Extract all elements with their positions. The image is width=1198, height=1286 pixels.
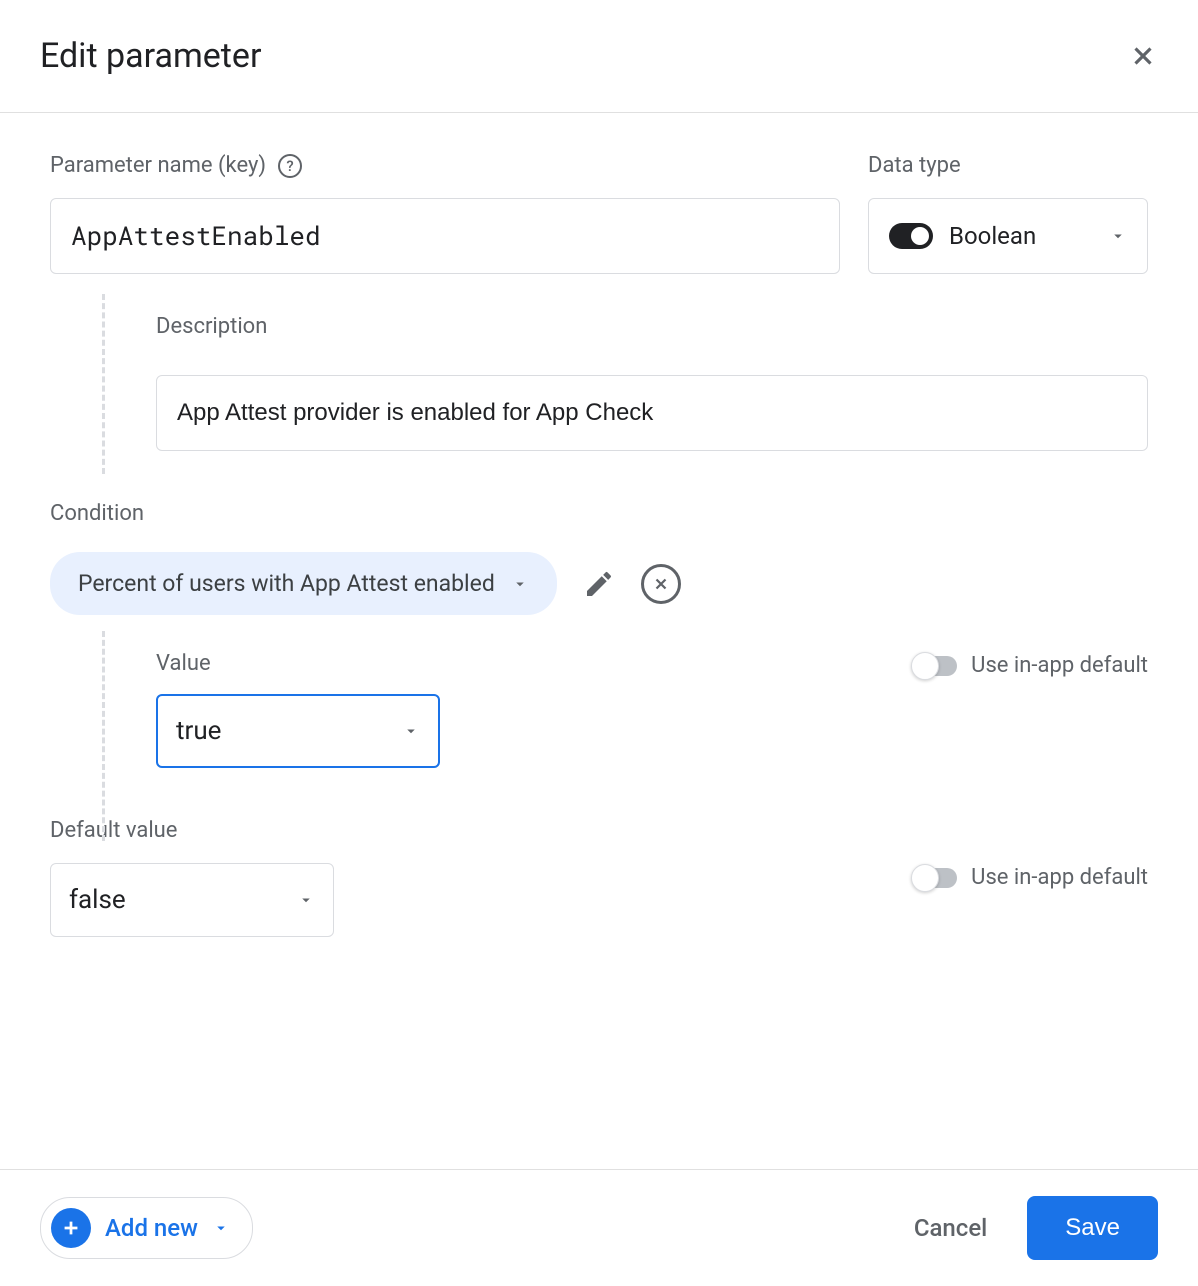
default-value-select[interactable]: false — [50, 863, 334, 937]
dialog-footer: Add new Cancel Save — [0, 1169, 1198, 1286]
chevron-down-icon — [212, 1219, 230, 1237]
dialog-title: Edit parameter — [40, 36, 261, 76]
chevron-down-icon — [402, 722, 420, 740]
condition-inapp-default-toggle[interactable] — [913, 656, 957, 676]
description-input[interactable] — [156, 375, 1148, 451]
add-new-label: Add new — [105, 1214, 198, 1242]
dialog-content: Parameter name (key) ? Data type Boolean… — [0, 113, 1198, 1169]
default-value-label: Default value — [50, 818, 334, 843]
remove-condition-button[interactable] — [641, 564, 681, 604]
default-inapp-default-label: Use in-app default — [971, 865, 1148, 890]
close-button[interactable] — [1128, 41, 1158, 71]
data-type-label: Data type — [868, 153, 1148, 178]
condition-value-text: true — [176, 716, 221, 746]
add-new-button[interactable]: Add new — [40, 1197, 253, 1259]
parameter-name-input[interactable] — [50, 198, 840, 274]
data-type-value: Boolean — [949, 222, 1093, 250]
default-value-text: false — [69, 885, 126, 915]
pencil-icon — [583, 568, 615, 600]
chevron-down-icon — [297, 891, 315, 909]
close-icon — [1128, 41, 1158, 71]
chevron-down-icon — [511, 575, 529, 593]
data-type-field: Data type Boolean — [868, 153, 1148, 274]
data-type-select[interactable]: Boolean — [868, 198, 1148, 274]
condition-value-label: Value — [156, 651, 440, 676]
dialog-header: Edit parameter — [0, 0, 1198, 113]
plus-icon — [51, 1208, 91, 1248]
close-icon — [652, 575, 670, 593]
condition-value-select[interactable]: true — [156, 694, 440, 768]
tree-line — [50, 294, 156, 451]
condition-inapp-default-label: Use in-app default — [971, 653, 1148, 678]
chevron-down-icon — [1109, 227, 1127, 245]
help-icon[interactable]: ? — [278, 154, 302, 178]
description-label: Description — [156, 314, 1148, 339]
parameter-name-field: Parameter name (key) ? — [50, 153, 840, 274]
parameter-name-label-text: Parameter name (key) — [50, 153, 266, 178]
condition-chip-text: Percent of users with App Attest enabled — [78, 570, 495, 597]
cancel-button[interactable]: Cancel — [914, 1214, 987, 1242]
parameter-name-label: Parameter name (key) ? — [50, 153, 840, 178]
save-button[interactable]: Save — [1027, 1196, 1158, 1260]
boolean-type-icon — [889, 223, 933, 249]
edit-condition-button[interactable] — [583, 568, 615, 600]
condition-section-label: Condition — [50, 501, 1148, 526]
condition-chip[interactable]: Percent of users with App Attest enabled — [50, 552, 557, 615]
default-inapp-default-toggle[interactable] — [913, 868, 957, 888]
tree-line — [50, 631, 156, 768]
